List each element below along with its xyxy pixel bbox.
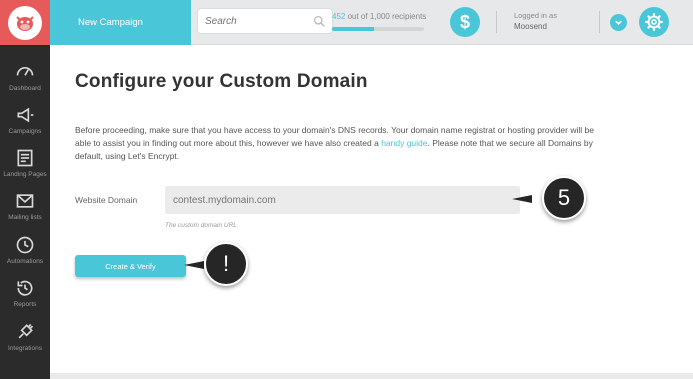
alert-callout: ! bbox=[184, 242, 248, 286]
billing-button[interactable]: $ bbox=[450, 7, 480, 37]
user-name[interactable]: Moosend bbox=[514, 22, 547, 31]
search-box bbox=[197, 8, 333, 34]
envelope-icon bbox=[16, 194, 34, 208]
sidebar: Dashboard Campaigns Landing Pages Mailin… bbox=[0, 0, 50, 379]
bottom-strip bbox=[50, 373, 693, 379]
divider bbox=[599, 11, 600, 33]
new-campaign-button[interactable]: New Campaign bbox=[50, 0, 191, 45]
step-number-badge: 5 bbox=[542, 176, 586, 220]
page-title: Configure your Custom Domain bbox=[75, 71, 368, 92]
main-content: Configure your Custom Domain Before proc… bbox=[50, 45, 693, 379]
website-domain-hint: The custom domain URL bbox=[165, 222, 237, 229]
plug-icon bbox=[18, 323, 34, 339]
account-dropdown-button[interactable] bbox=[610, 14, 627, 31]
search-icon[interactable] bbox=[313, 15, 326, 28]
sidebar-item-reports[interactable]: Reports bbox=[0, 274, 50, 318]
logged-in-label: Logged in as bbox=[514, 11, 557, 20]
sidebar-item-campaigns[interactable]: Campaigns bbox=[0, 101, 50, 145]
handy-guide-link[interactable]: handy guide bbox=[381, 138, 427, 148]
recipients-text: out of 1,000 recipients bbox=[345, 12, 427, 21]
top-bar: New Campaign 452 out of 1,000 recipients… bbox=[50, 0, 693, 45]
gear-icon bbox=[645, 13, 663, 31]
history-clock-icon bbox=[17, 280, 33, 296]
sidebar-item-mailing-lists[interactable]: Mailing lists bbox=[0, 187, 50, 231]
website-domain-label: Website Domain bbox=[75, 195, 138, 205]
recipients-usage: 452 out of 1,000 recipients bbox=[332, 12, 426, 21]
search-input[interactable] bbox=[198, 9, 308, 33]
callout-pointer bbox=[512, 195, 532, 203]
landing-page-icon bbox=[17, 149, 33, 167]
callout-pointer bbox=[184, 261, 204, 269]
website-domain-input[interactable] bbox=[165, 186, 520, 214]
recipients-progress-fill bbox=[332, 27, 374, 31]
sidebar-item-label: Automations bbox=[6, 258, 44, 265]
sidebar-item-label: Campaigns bbox=[8, 128, 42, 135]
clock-icon bbox=[16, 236, 34, 254]
recipients-count: 452 bbox=[332, 12, 346, 21]
dollar-icon: $ bbox=[459, 11, 470, 32]
sidebar-item-label: Landing Pages bbox=[3, 171, 47, 178]
sidebar-item-label: Reports bbox=[13, 301, 37, 308]
sidebar-item-integrations[interactable]: Integrations bbox=[0, 318, 50, 362]
moosend-logo-icon bbox=[8, 5, 42, 40]
sidebar-item-landing-pages[interactable]: Landing Pages bbox=[0, 144, 50, 188]
step-callout: 5 bbox=[512, 176, 586, 220]
sidebar-item-label: Integrations bbox=[8, 345, 42, 352]
logo[interactable] bbox=[0, 0, 50, 45]
recipients-progress-bar bbox=[332, 27, 424, 31]
sidebar-item-label: Mailing lists bbox=[8, 214, 42, 221]
sidebar-item-label: Dashboard bbox=[9, 85, 41, 92]
megaphone-icon bbox=[17, 107, 34, 123]
settings-button[interactable] bbox=[639, 7, 669, 37]
gauge-icon bbox=[16, 67, 34, 76]
sidebar-item-dashboard[interactable]: Dashboard bbox=[0, 58, 50, 102]
divider bbox=[496, 11, 497, 33]
create-verify-button[interactable]: Create & Verify bbox=[75, 255, 186, 277]
chevron-down-icon bbox=[615, 20, 622, 25]
description: Before proceeding, make sure that you ha… bbox=[75, 124, 597, 163]
exclamation-icon: ! bbox=[204, 242, 248, 286]
sidebar-item-automations[interactable]: Automations bbox=[0, 231, 50, 275]
